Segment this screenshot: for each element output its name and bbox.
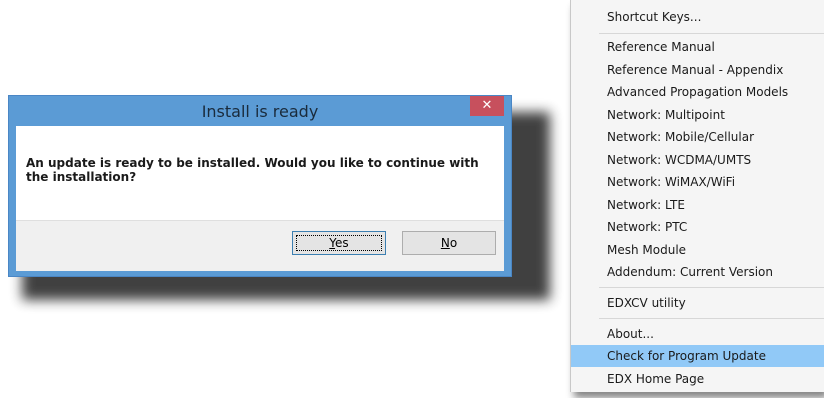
menu-separator: [599, 287, 824, 288]
dialog-titlebar[interactable]: Install is ready ✕: [9, 96, 511, 126]
help-menu: Shortcut Keys... Reference Manual Refere…: [570, 0, 824, 392]
menu-item-advanced-propagation-models[interactable]: Advanced Propagation Models: [571, 81, 824, 103]
menu-item-addendum-current-version[interactable]: Addendum: Current Version: [571, 261, 824, 283]
no-mnemonic: N: [440, 236, 450, 250]
menu-item-edx-home-page[interactable]: EDX Home Page: [571, 368, 824, 390]
install-dialog: Install is ready ✕ An update is ready to…: [8, 95, 512, 277]
menu-item-network-mobile-cellular[interactable]: Network: Mobile/Cellular: [571, 126, 824, 148]
menu-item-network-lte[interactable]: Network: LTE: [571, 194, 824, 216]
dialog-body: An update is ready to be installed. Woul…: [16, 126, 504, 271]
yes-button[interactable]: Yes: [292, 231, 386, 255]
focus-ring: [296, 235, 382, 251]
menu-item-network-wcdma-umts[interactable]: Network: WCDMA/UMTS: [571, 149, 824, 171]
menu-item-reference-manual-appendix[interactable]: Reference Manual - Appendix: [571, 59, 824, 81]
menu-item-reference-manual[interactable]: Reference Manual: [571, 36, 824, 58]
menu-separator: [599, 318, 824, 319]
no-label-rest: o: [449, 236, 458, 250]
menu-item-mesh-module[interactable]: Mesh Module: [571, 239, 824, 261]
dialog-title: Install is ready: [201, 102, 319, 121]
dialog-footer: Yes No: [16, 220, 504, 271]
menu-item-network-multipoint[interactable]: Network: Multipoint: [571, 104, 824, 126]
menu-item-network-ptc[interactable]: Network: PTC: [571, 216, 824, 238]
screenshot-stage: Install is ready ✕ An update is ready to…: [0, 0, 824, 398]
menu-item-edxcv-utility[interactable]: EDXCV utility: [571, 292, 824, 314]
menu-item-shortcut-keys[interactable]: Shortcut Keys...: [571, 6, 824, 28]
no-button[interactable]: No: [402, 231, 496, 255]
dialog-message: An update is ready to be installed. Woul…: [26, 156, 479, 184]
close-button[interactable]: ✕: [470, 96, 504, 116]
close-icon: ✕: [481, 98, 493, 113]
menu-separator: [599, 33, 824, 34]
menu-item-about[interactable]: About...: [571, 323, 824, 345]
menu-item-check-for-program-update[interactable]: Check for Program Update: [571, 345, 824, 367]
menu-item-network-wimax-wifi[interactable]: Network: WiMAX/WiFi: [571, 171, 824, 193]
